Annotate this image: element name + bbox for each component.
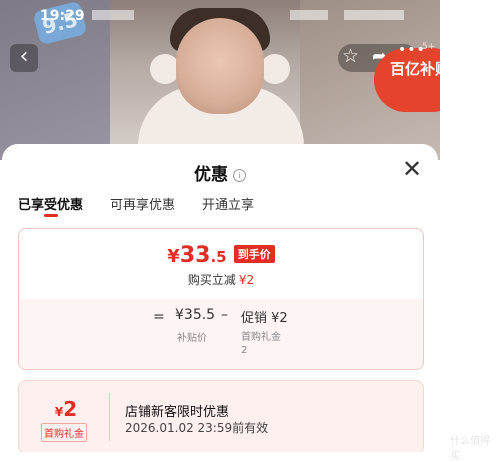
tab-more[interactable]: 可再享优惠 <box>110 194 175 213</box>
phone-screen: 9.5 19:29 ‹ ☆ ➦ 百亿补贴 5+ ••• 优惠i ✕ 已享受优惠 … <box>0 0 440 452</box>
tab-active-indicator <box>44 214 58 217</box>
coupon-title: 店铺新客限时优惠 <box>125 405 230 420</box>
reduction-label: 购买立减 <box>187 273 236 287</box>
tab-enjoyed[interactable]: 已享受优惠 <box>18 194 83 213</box>
sheet-title: 优惠 <box>194 165 228 185</box>
status-blurred-info <box>344 10 404 20</box>
price-integer: 33 <box>179 243 211 268</box>
reduction-amount: ¥2 <box>238 273 255 287</box>
subsidized-price: ¥35.5 <box>175 307 216 323</box>
coupon-card[interactable]: ¥2 首购礼金 店铺新客限时优惠 2026.01.02 23:59前有效 <box>18 380 424 452</box>
price-breakdown-card: ¥33.5 到手价 购买立减 ¥2 = ¥35.5 补贴价 – 促销 ¥2 首购礼… <box>18 228 424 370</box>
price-decimal: .5 <box>210 248 227 266</box>
price-currency: ¥ <box>167 246 180 267</box>
status-blurred-info <box>290 10 328 20</box>
more-icon[interactable]: ••• <box>398 42 426 58</box>
coupon-currency: ¥ <box>54 405 64 419</box>
final-price: ¥33.5 到手价 <box>19 243 423 268</box>
subsidized-price-label: 补贴价 <box>177 333 207 344</box>
status-time: 19:29 <box>40 8 85 24</box>
model-face <box>176 18 264 114</box>
coupon-expiry: 2026.01.02 23:59前有效 <box>125 421 269 435</box>
sheet-header: 优惠 i <box>0 160 440 185</box>
minus-sign: – <box>221 307 228 323</box>
coupon-amount: 2 <box>63 397 78 421</box>
info-icon[interactable]: i <box>233 169 246 182</box>
equals-sign: = <box>153 309 165 325</box>
back-button[interactable]: ‹ <box>10 44 38 72</box>
coupon-tag: 首购礼金 <box>41 423 87 442</box>
promo-discount-label: 首购礼金 2 <box>241 332 281 356</box>
promo-discount: 促销 ¥2 <box>241 311 288 326</box>
hood-ear-right <box>260 54 290 84</box>
final-price-tag: 到手价 <box>233 245 275 263</box>
star-icon[interactable]: ☆ <box>342 45 359 67</box>
tab-activate[interactable]: 开通立享 <box>202 194 254 213</box>
watermark: 什么值得买 <box>450 436 490 462</box>
chevron-left-icon: ‹ <box>19 44 29 69</box>
coupon-value: ¥2 <box>41 397 91 421</box>
coupon-divider <box>109 393 110 441</box>
instant-reduction: 购买立减 ¥2 <box>19 271 423 288</box>
status-blurred-info <box>92 10 134 20</box>
close-icon[interactable]: ✕ <box>402 157 422 181</box>
